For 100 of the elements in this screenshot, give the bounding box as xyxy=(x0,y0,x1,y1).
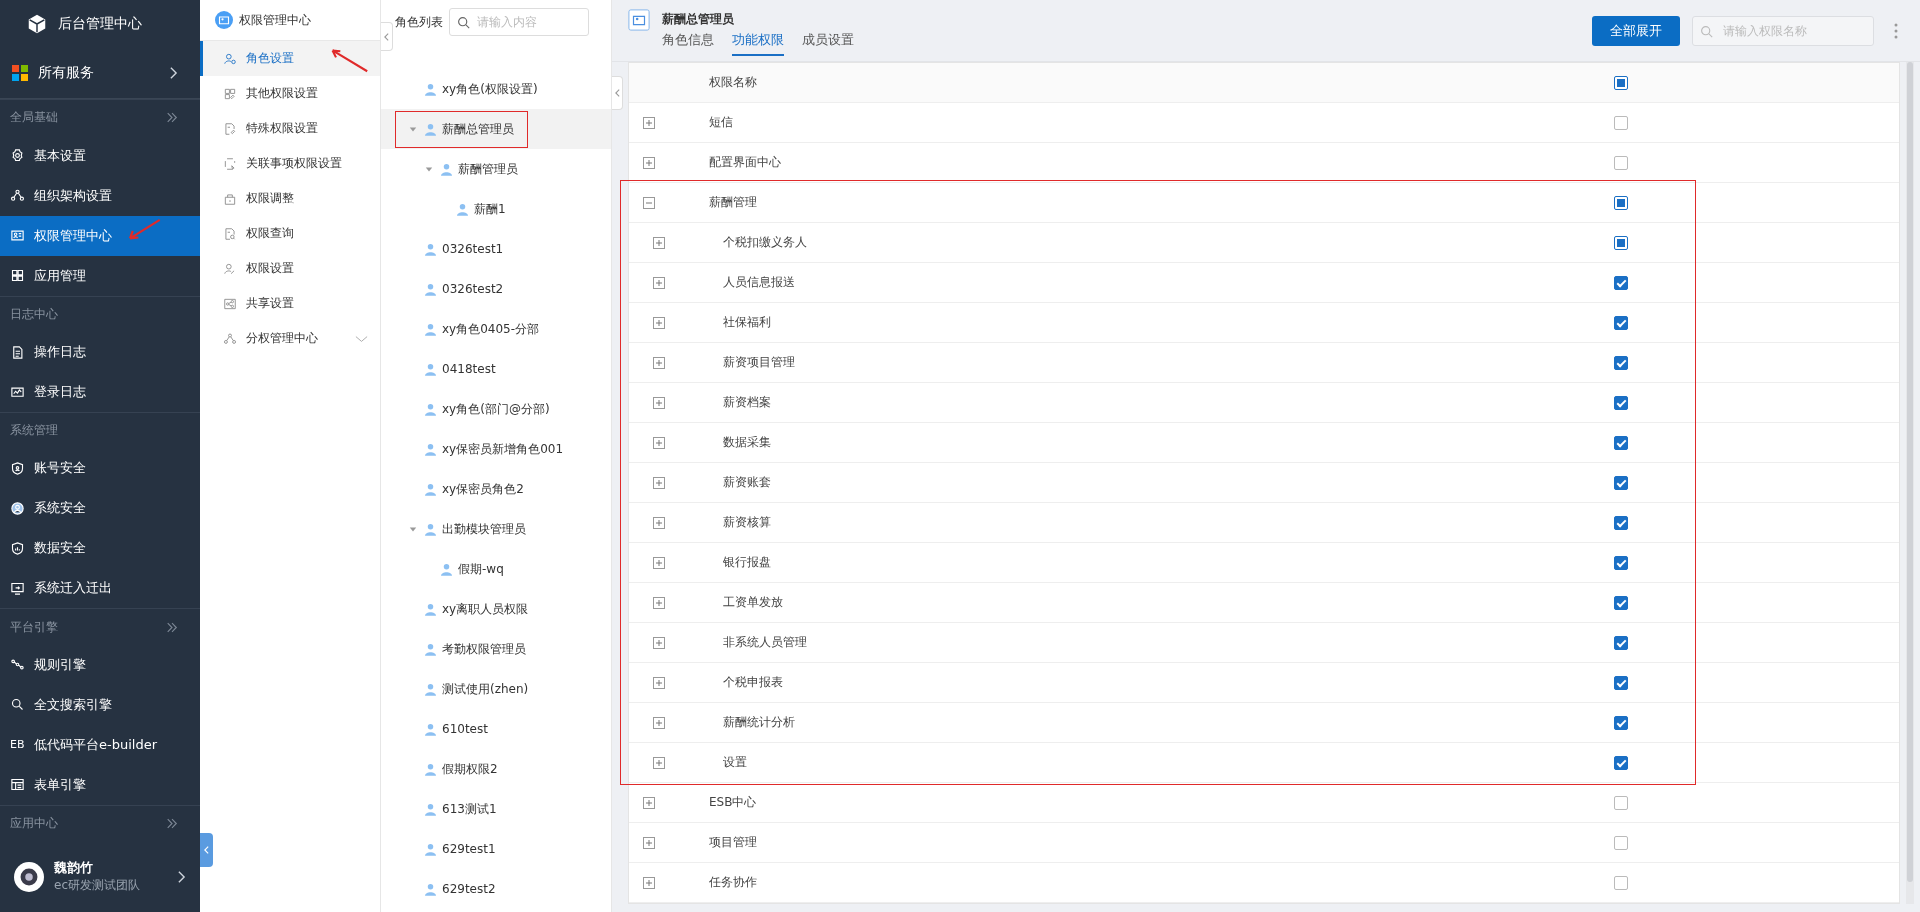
role-row[interactable]: 薪酬总管理员 xyxy=(381,109,611,149)
role-row[interactable]: 610test xyxy=(381,709,611,749)
checkbox[interactable] xyxy=(1614,275,1628,290)
checkbox[interactable] xyxy=(1614,315,1628,330)
submenu-item[interactable]: 角色设置 xyxy=(200,41,380,76)
tab[interactable]: 成员设置 xyxy=(802,31,854,56)
tab[interactable]: 角色信息 xyxy=(662,31,714,56)
expand-all-button[interactable]: 全部展开 xyxy=(1592,15,1680,46)
tab[interactable]: 功能权限 xyxy=(732,31,784,56)
sidebar-item[interactable]: 数据安全 xyxy=(0,528,200,569)
checkbox[interactable] xyxy=(1614,435,1628,450)
expand-icon[interactable] xyxy=(653,756,665,769)
role-row[interactable]: 629test2 xyxy=(381,869,611,909)
checkbox[interactable] xyxy=(1614,875,1628,890)
document-icon xyxy=(10,344,25,360)
expand-icon[interactable] xyxy=(653,356,665,369)
scrollbar[interactable] xyxy=(1906,62,1914,904)
expand-icon[interactable] xyxy=(653,236,665,249)
checkbox[interactable] xyxy=(1614,715,1628,730)
expand-icon[interactable] xyxy=(653,556,665,569)
role-row[interactable]: xy保密员角色2 xyxy=(381,469,611,509)
submenu-item[interactable]: 权限设置 xyxy=(200,251,380,286)
checkbox[interactable] xyxy=(1614,115,1628,130)
submenu-item[interactable]: 共享设置 xyxy=(200,286,380,321)
expand-icon[interactable] xyxy=(653,676,665,689)
submenu-item[interactable]: 分权管理中心 xyxy=(200,321,380,356)
submenu-item[interactable]: 权限查询 xyxy=(200,216,380,251)
role-row[interactable]: 假期-wq xyxy=(381,549,611,589)
sidebar-item[interactable]: 应用管理 xyxy=(0,255,200,296)
expand-icon[interactable] xyxy=(653,596,665,609)
sidebar-item[interactable]: 全文搜索引擎 xyxy=(0,684,200,725)
role-row[interactable]: xy离职人员权限 xyxy=(381,589,611,629)
more-icon[interactable] xyxy=(1894,22,1898,39)
collapse-handle[interactable] xyxy=(612,76,623,110)
role-row[interactable]: 613测试1 xyxy=(381,789,611,829)
sidebar-item[interactable]: 登录日志 xyxy=(0,372,200,413)
expand-icon[interactable] xyxy=(643,796,655,809)
double-chevron-icon[interactable] xyxy=(166,818,178,830)
sidebar-item[interactable]: 账号安全 xyxy=(0,448,200,489)
role-row[interactable]: xy保密员新增角色001 xyxy=(381,429,611,469)
checkbox[interactable] xyxy=(1614,755,1628,770)
checkbox[interactable] xyxy=(1614,515,1628,530)
search-field[interactable]: 请输入内容 xyxy=(449,8,589,36)
role-row[interactable]: xy角色0405-分部 xyxy=(381,309,611,349)
double-chevron-icon[interactable] xyxy=(166,112,178,124)
checkbox[interactable] xyxy=(1614,555,1628,570)
submenu-item[interactable]: 特殊权限设置 xyxy=(200,111,380,146)
role-row[interactable]: 0326test1 xyxy=(381,229,611,269)
expand-icon[interactable] xyxy=(653,716,665,729)
checkbox[interactable] xyxy=(1614,835,1628,850)
expand-icon[interactable] xyxy=(653,396,665,409)
sidebar-item[interactable]: 基本设置 xyxy=(0,135,200,176)
checkbox[interactable] xyxy=(1614,675,1628,690)
person-icon xyxy=(425,642,436,656)
checkbox[interactable] xyxy=(1614,635,1628,650)
submenu-item[interactable]: 权限调整 xyxy=(200,181,380,216)
expand-icon[interactable] xyxy=(643,876,655,889)
expand-icon[interactable] xyxy=(643,836,655,849)
expand-icon[interactable] xyxy=(653,316,665,329)
role-row[interactable]: 0326test2 xyxy=(381,269,611,309)
expand-icon[interactable] xyxy=(653,476,665,489)
person-icon xyxy=(457,202,468,216)
chevron-right-icon[interactable] xyxy=(177,869,186,884)
role-row[interactable]: 假期权限2 xyxy=(381,749,611,789)
collapse-handle[interactable] xyxy=(200,833,213,867)
double-chevron-icon[interactable] xyxy=(166,621,178,633)
expand-icon[interactable] xyxy=(653,436,665,449)
checkbox[interactable] xyxy=(1614,355,1628,370)
collapse-icon[interactable] xyxy=(643,196,655,209)
sidebar-item[interactable]: 操作日志 xyxy=(0,332,200,373)
sidebar-item[interactable]: 权限管理中心 xyxy=(0,215,200,256)
role-row[interactable]: 薪酬1 xyxy=(381,189,611,229)
expand-icon[interactable] xyxy=(653,516,665,529)
checkbox[interactable] xyxy=(1614,155,1628,170)
collapse-handle[interactable] xyxy=(381,22,393,51)
sidebar-item[interactable]: 规则引擎 xyxy=(0,644,200,685)
sidebar-item[interactable]: 组织架构设置 xyxy=(0,175,200,216)
role-row[interactable]: 出勤模块管理员 xyxy=(381,509,611,549)
expand-icon[interactable] xyxy=(643,116,655,129)
checkbox[interactable] xyxy=(1614,595,1628,610)
sidebar-item[interactable]: EB 低代码平台e-builder xyxy=(0,724,200,765)
expand-icon[interactable] xyxy=(643,156,655,169)
checkbox[interactable] xyxy=(1614,795,1628,810)
role-row[interactable]: xy角色(部门@分部) xyxy=(381,389,611,429)
submenu-item[interactable]: 其他权限设置 xyxy=(200,76,380,111)
expand-icon[interactable] xyxy=(653,276,665,289)
sidebar-item[interactable]: 表单引擎 xyxy=(0,764,200,805)
checkbox[interactable] xyxy=(1614,475,1628,490)
avatar-icon[interactable] xyxy=(14,861,44,892)
expand-icon[interactable] xyxy=(653,636,665,649)
role-row[interactable]: 测试使用(zhen) xyxy=(381,669,611,709)
role-row[interactable]: 0418test xyxy=(381,349,611,389)
submenu-item[interactable]: 关联事项权限设置 xyxy=(200,146,380,181)
role-row[interactable]: xy角色(权限设置) xyxy=(381,69,611,109)
sidebar-item[interactable]: 系统迁入迁出 xyxy=(0,568,200,609)
role-row[interactable]: 薪酬管理员 xyxy=(381,149,611,189)
role-row[interactable]: 考勤权限管理员 xyxy=(381,629,611,669)
sidebar-item[interactable]: 系统安全 xyxy=(0,488,200,529)
checkbox[interactable] xyxy=(1614,395,1628,410)
role-row[interactable]: 629test1 xyxy=(381,829,611,869)
